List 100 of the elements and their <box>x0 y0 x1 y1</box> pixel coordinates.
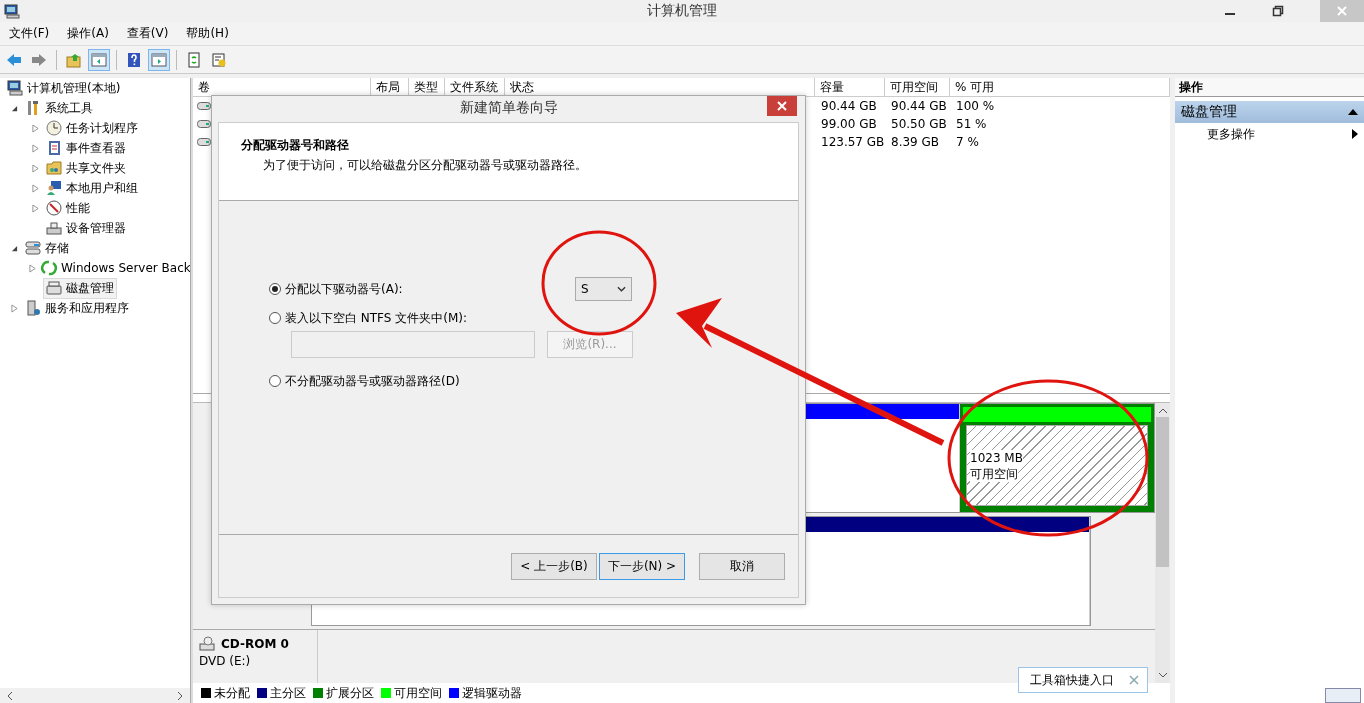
tree-item[interactable]: 本地用户和组 <box>43 177 141 199</box>
window-title: 计算机管理 <box>647 2 717 20</box>
legend-label: 主分区 <box>270 684 306 702</box>
left-arrow-icon <box>6 51 22 68</box>
menu-item[interactable]: 操作(A) <box>58 25 118 42</box>
cd-drive-icon <box>199 636 215 653</box>
menu-item[interactable]: 查看(V) <box>117 25 178 42</box>
collapse-icon[interactable] <box>1348 109 1358 115</box>
collapsed-arrow-icon[interactable] <box>31 163 39 173</box>
document-icon <box>211 51 227 68</box>
table-cell-text: 100 % <box>955 99 996 113</box>
disk-icon <box>46 280 62 296</box>
legend-label: 未分配 <box>214 684 250 702</box>
tree-item[interactable]: 性能 <box>43 197 93 219</box>
cd-rom-media: DVD (E:) <box>199 654 252 669</box>
wizard-button[interactable]: 取消 <box>699 552 785 580</box>
menu-item[interactable]: 文件(F) <box>0 25 59 42</box>
shortcut-tooltip[interactable]: 工具箱快捷入口 <box>1018 667 1148 693</box>
server-icon <box>25 300 41 316</box>
legend-label: 逻辑驱动器 <box>462 684 522 702</box>
page-heading: 分配驱动器号和路径 <box>241 137 350 154</box>
actions-section[interactable]: 磁盘管理 <box>1175 101 1364 123</box>
column-header[interactable]: 可用空间 <box>885 78 950 97</box>
table-cell-text: 50.50 GB <box>890 117 948 131</box>
close-icon <box>777 101 787 111</box>
radio-button[interactable] <box>269 312 281 324</box>
backup-icon <box>41 260 57 276</box>
legend-label: 可用空间 <box>394 684 442 702</box>
column-header[interactable]: % 可用 <box>950 78 1170 97</box>
table-cell-text: 99.00 GB <box>820 117 878 131</box>
clock-icon <box>46 120 62 136</box>
radio-option[interactable]: 装入以下空白 NTFS 文件夹中(M): <box>269 309 575 327</box>
close-icon[interactable] <box>1129 675 1139 685</box>
gauge-icon <box>46 200 62 216</box>
free-space-partition[interactable]: 1023 MB 可用空间 <box>966 425 1148 507</box>
radio-option[interactable]: 分配以下驱动器号(A): <box>269 280 575 298</box>
radio-option[interactable]: 不分配驱动器号或驱动器路径(D) <box>269 372 575 390</box>
radio-label: 不分配驱动器号或驱动器路径(D) <box>285 372 460 390</box>
extended-partition[interactable]: 1023 MB 可用空间 <box>960 404 1154 513</box>
panel-icon <box>151 51 167 68</box>
table-cell-text: 90.44 GB <box>820 99 878 113</box>
partition-size: 1023 MB <box>970 450 1023 466</box>
collapsed-arrow-icon[interactable] <box>31 183 39 193</box>
collapsed-arrow-icon[interactable] <box>31 203 39 213</box>
restore-icon[interactable] <box>1272 5 1284 17</box>
scrollbar[interactable] <box>1155 403 1170 684</box>
tree-item[interactable]: 存储 <box>22 237 72 259</box>
computer-icon <box>4 3 20 19</box>
collapsed-arrow-icon[interactable] <box>31 123 39 133</box>
collapsed-arrow-icon[interactable] <box>10 303 18 313</box>
folder-icon <box>46 160 62 176</box>
menu-item[interactable]: 帮助(H) <box>177 25 238 42</box>
submenu-arrow-icon <box>1352 129 1358 139</box>
caret-icon <box>617 286 626 292</box>
expanded-arrow-icon[interactable] <box>10 244 18 252</box>
table-cell-text: 8.39 GB <box>890 135 941 149</box>
close-button[interactable] <box>767 96 797 116</box>
scroll-down-icon[interactable] <box>1157 671 1168 680</box>
window-thumbnail[interactable] <box>1325 688 1361 703</box>
pane-button[interactable] <box>148 48 170 71</box>
log-icon <box>46 140 62 156</box>
computer-icon <box>7 80 23 96</box>
action-item[interactable]: 更多操作 <box>1175 123 1364 145</box>
tree-item[interactable]: 系统工具 <box>22 97 96 119</box>
tree-item[interactable]: 设备管理器 <box>43 217 129 239</box>
drive-icon <box>197 138 211 146</box>
wizard-button[interactable]: < 上一步(B) <box>511 552 597 580</box>
right-arrow-icon <box>31 51 47 68</box>
tree-item[interactable]: 共享文件夹 <box>43 157 129 179</box>
table-cell-text: 7 % <box>955 135 980 149</box>
actions-header: 操作 <box>1175 78 1364 97</box>
tree-item[interactable]: 磁盘管理 <box>43 277 117 299</box>
column-header[interactable]: 容量 <box>815 78 885 97</box>
storage-icon <box>25 240 41 256</box>
tree-item[interactable]: 事件查看器 <box>43 137 129 159</box>
tree-button[interactable] <box>88 48 110 71</box>
radio-button[interactable] <box>269 283 281 295</box>
users-icon <box>46 180 62 196</box>
radio-label: 分配以下驱动器号(A): <box>285 280 403 298</box>
column-header[interactable]: 卷 <box>193 78 371 97</box>
collapsed-arrow-icon[interactable] <box>29 263 36 273</box>
scroll-up-icon[interactable] <box>1157 407 1168 416</box>
collapsed-arrow-icon[interactable] <box>31 143 39 153</box>
tree-item[interactable]: Windows Server Back <box>38 258 190 278</box>
close-icon <box>1336 5 1348 17</box>
tree-item[interactable]: 计算机管理(本地) <box>4 78 124 99</box>
radio-label: 装入以下空白 NTFS 文件夹中(M): <box>285 309 467 327</box>
wizard-button[interactable]: 下一步(N) > <box>599 552 685 580</box>
drive-letter-dropdown[interactable]: S <box>575 277 632 301</box>
folder-up-icon <box>66 51 82 68</box>
legend-label: 扩展分区 <box>326 684 374 702</box>
radio-button[interactable] <box>269 375 281 387</box>
tree-item[interactable]: 服务和应用程序 <box>22 297 132 319</box>
panel-icon <box>91 51 107 68</box>
table-cell-text: 90.44 GB <box>890 99 948 113</box>
tree-item[interactable]: 任务计划程序 <box>43 117 141 139</box>
expanded-arrow-icon[interactable] <box>10 104 18 112</box>
scroll-left-icon[interactable] <box>6 690 14 701</box>
table-cell-text: 51 % <box>955 117 988 131</box>
scroll-right-icon[interactable] <box>176 690 184 701</box>
